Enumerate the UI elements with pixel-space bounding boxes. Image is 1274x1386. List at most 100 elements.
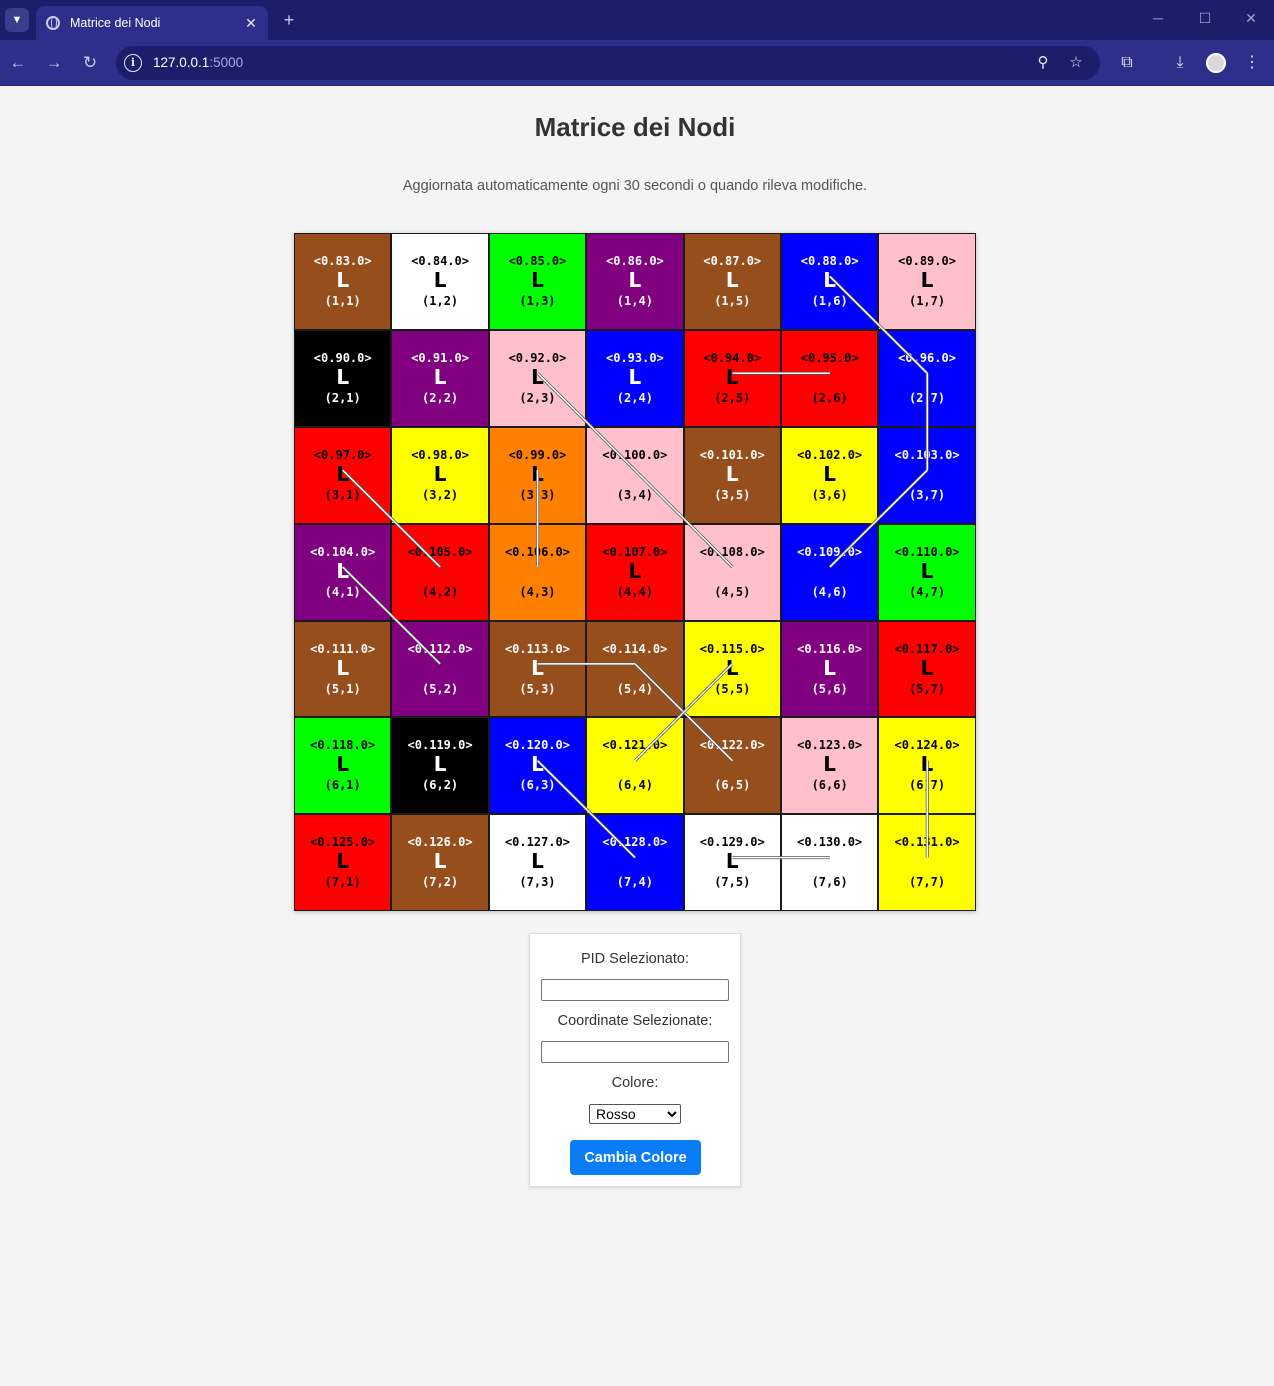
matrix-cell[interactable]: <0.106.0> (4,3) bbox=[488, 523, 587, 621]
maximize-icon[interactable]: ☐ bbox=[1195, 10, 1215, 27]
matrix-cell[interactable]: <0.127.0> L (7,3) bbox=[488, 814, 587, 912]
cell-coord: (5,3) bbox=[519, 681, 556, 696]
matrix-cell[interactable]: <0.113.0> L (5,3) bbox=[488, 620, 587, 718]
matrix-cell[interactable]: <0.118.0> L (6,1) bbox=[294, 717, 392, 815]
matrix-cell[interactable]: <0.122.0> (6,5) bbox=[683, 717, 781, 815]
cell-pid: <0.103.0> bbox=[894, 447, 960, 462]
cell-pid: <0.97.0> bbox=[313, 447, 372, 462]
url-text[interactable]: 127.0.0.1:5000 bbox=[153, 55, 243, 70]
cell-pid: <0.96.0> bbox=[898, 350, 956, 365]
reload-icon[interactable]: ↻ bbox=[78, 51, 102, 75]
matrix-cell[interactable]: <0.91.0> L (2,2) bbox=[391, 329, 489, 427]
matrix-cell[interactable]: <0.84.0> L (1,2) bbox=[391, 233, 489, 330]
cell-pid: <0.115.0> bbox=[699, 641, 765, 656]
matrix-cell[interactable]: <0.101.0> L (3,5) bbox=[683, 426, 781, 524]
matrix-cell[interactable]: <0.128.0> (7,4) bbox=[586, 814, 684, 912]
matrix-cell[interactable]: <0.98.0> L (3,2) bbox=[391, 426, 489, 524]
matrix-cell[interactable]: <0.90.0> L (2,1) bbox=[294, 329, 392, 427]
forward-icon[interactable]: → bbox=[42, 51, 66, 75]
matrix-cell[interactable]: <0.85.0> L (1,3) bbox=[488, 233, 587, 330]
matrix-cell[interactable]: <0.107.0> L (4,4) bbox=[586, 523, 684, 621]
new-tab-icon[interactable]: + bbox=[278, 8, 300, 32]
color-select[interactable]: Rosso bbox=[589, 1104, 681, 1124]
matrix-cell[interactable]: <0.111.0> L (5,1) bbox=[294, 620, 392, 718]
matrix-cell[interactable]: <0.109.0> (4,6) bbox=[780, 523, 879, 621]
matrix-cell[interactable]: <0.119.0> L (6,2) bbox=[391, 717, 489, 815]
cell-pid: <0.116.0> bbox=[797, 641, 863, 656]
matrix-cell[interactable]: <0.116.0> L (5,6) bbox=[780, 620, 879, 718]
cell-coord: (1,7) bbox=[908, 294, 946, 308]
cell-coord: (2,7) bbox=[908, 390, 946, 405]
matrix-cell[interactable]: <0.104.0> L (4,1) bbox=[294, 523, 392, 621]
matrix-cell[interactable]: <0.103.0> (3,7) bbox=[878, 426, 976, 524]
cell-coord: (6,6) bbox=[811, 778, 848, 793]
download-icon[interactable]: ⤓ bbox=[1169, 52, 1191, 74]
menu-kebab-icon[interactable]: ⋮ bbox=[1241, 52, 1263, 74]
cell-coord: (2,4) bbox=[616, 390, 653, 405]
coord-input[interactable] bbox=[541, 1041, 729, 1063]
page-subtitle: Aggiornata automaticamente ogni 30 secon… bbox=[402, 178, 868, 194]
matrix-cell[interactable]: <0.105.0> (4,2) bbox=[391, 523, 489, 621]
matrix-cell[interactable]: <0.87.0> L (1,5) bbox=[683, 233, 781, 330]
matrix-cell[interactable]: <0.88.0> L (1,6) bbox=[780, 233, 879, 330]
cell-letter bbox=[631, 753, 638, 775]
zoom-icon[interactable]: ⚲ bbox=[1033, 53, 1053, 73]
site-info-icon[interactable]: i bbox=[124, 54, 142, 72]
cell-letter bbox=[826, 366, 833, 388]
matrix-cell[interactable]: <0.102.0> L (3,6) bbox=[780, 426, 879, 524]
matrix-cell[interactable]: <0.115.0> L (5,5) bbox=[683, 620, 781, 718]
matrix-cell[interactable]: <0.117.0> L (5,7) bbox=[878, 620, 976, 718]
extensions-icon[interactable]: ⧉ bbox=[1116, 52, 1138, 74]
matrix-cell[interactable]: <0.89.0> L (1,7) bbox=[878, 233, 976, 330]
matrix-cell[interactable]: <0.123.0> L (6,6) bbox=[780, 717, 879, 815]
cell-pid: <0.94.0> bbox=[703, 350, 762, 365]
matrix-cell[interactable]: <0.96.0> (2,7) bbox=[878, 329, 976, 427]
matrix-cell[interactable]: <0.93.0> L (2,4) bbox=[586, 329, 684, 427]
matrix-cell[interactable]: <0.130.0> (7,6) bbox=[780, 814, 879, 912]
matrix-cell[interactable]: <0.129.0> L (7,5) bbox=[683, 814, 781, 912]
profile-avatar[interactable] bbox=[1206, 53, 1226, 73]
address-bar[interactable]: i 127.0.0.1:5000 ⚲ ☆ bbox=[116, 46, 1100, 80]
cell-letter: L bbox=[628, 268, 642, 292]
cell-pid: <0.92.0> bbox=[508, 350, 567, 365]
matrix-cell[interactable]: <0.126.0> L (7,2) bbox=[391, 814, 489, 912]
matrix-cell[interactable]: <0.125.0> L (7,1) bbox=[294, 814, 392, 912]
matrix-cell[interactable]: <0.94.0> L (2,5) bbox=[683, 329, 781, 427]
minimize-icon[interactable]: ─ bbox=[1148, 10, 1168, 26]
cell-pid: <0.128.0> bbox=[602, 835, 668, 850]
cell-pid: <0.89.0> bbox=[898, 254, 956, 268]
back-icon[interactable]: ← bbox=[6, 51, 30, 75]
matrix-cell[interactable]: <0.121.0> (6,4) bbox=[586, 717, 684, 815]
matrix-cell[interactable]: <0.86.0> L (1,4) bbox=[586, 233, 684, 330]
matrix-cell[interactable]: <0.108.0> (4,5) bbox=[683, 523, 781, 621]
browser-tab[interactable]: Matrice dei Nodi ✕ bbox=[36, 6, 268, 40]
cell-pid: <0.86.0> bbox=[605, 254, 664, 268]
cell-pid: <0.122.0> bbox=[699, 738, 765, 753]
matrix-cell[interactable]: <0.99.0> L (3,3) bbox=[488, 426, 587, 524]
window-close-icon[interactable]: ✕ bbox=[1241, 10, 1261, 27]
matrix-cell[interactable]: <0.112.0> (5,2) bbox=[391, 620, 489, 718]
cell-coord: (7,7) bbox=[908, 875, 946, 890]
cell-letter bbox=[924, 463, 931, 485]
matrix-cell[interactable]: <0.97.0> L (3,1) bbox=[294, 426, 392, 524]
close-tab-icon[interactable]: ✕ bbox=[240, 15, 262, 32]
tab-search-icon[interactable]: ▼ bbox=[5, 8, 29, 32]
matrix-cell[interactable]: <0.110.0> L (4,7) bbox=[878, 523, 976, 621]
change-color-button[interactable]: Cambia Colore bbox=[570, 1140, 701, 1175]
cell-letter bbox=[631, 463, 638, 485]
cell-pid: <0.83.0> bbox=[313, 254, 372, 268]
cell-coord: (4,5) bbox=[714, 584, 751, 599]
matrix-cell[interactable]: <0.100.0> (3,4) bbox=[586, 426, 684, 524]
matrix-cell[interactable]: <0.120.0> L (6,3) bbox=[488, 717, 587, 815]
matrix-cell[interactable]: <0.83.0> L (1,1) bbox=[294, 233, 392, 330]
matrix-cell[interactable]: <0.92.0> L (2,3) bbox=[488, 329, 587, 427]
pid-input[interactable] bbox=[541, 979, 729, 1001]
matrix-cell[interactable]: <0.114.0> (5,4) bbox=[586, 620, 684, 718]
bookmark-star-icon[interactable]: ☆ bbox=[1066, 53, 1086, 73]
cell-coord: (7,1) bbox=[324, 875, 361, 890]
matrix-cell[interactable]: <0.95.0> (2,6) bbox=[780, 329, 879, 427]
cell-letter bbox=[631, 850, 638, 872]
matrix-cell[interactable]: <0.124.0> L (6,7) bbox=[878, 717, 976, 815]
matrix-cell[interactable]: <0.131.0> (7,7) bbox=[878, 814, 976, 912]
cell-coord: (3,5) bbox=[714, 487, 751, 502]
